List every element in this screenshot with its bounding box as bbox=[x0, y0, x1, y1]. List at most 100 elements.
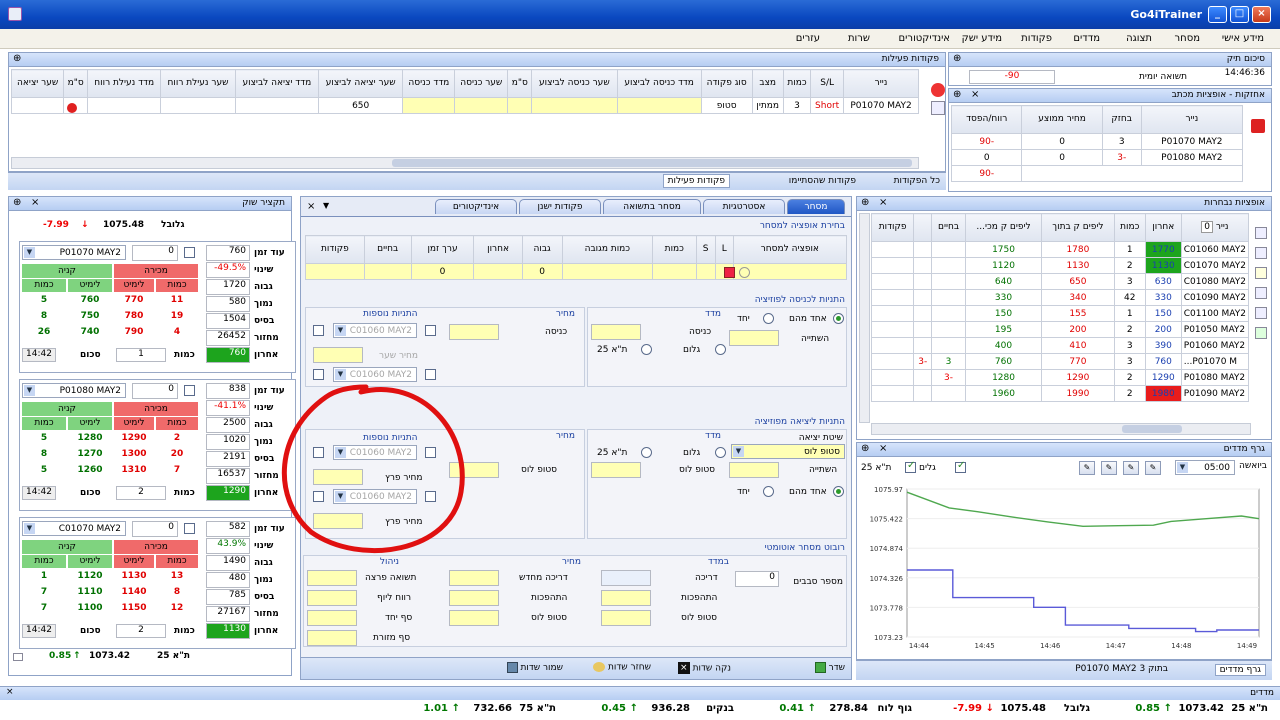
menu-indices[interactable]: מדדים bbox=[1073, 33, 1100, 44]
menu-view[interactable]: תצוגה bbox=[1126, 33, 1152, 44]
close-icon[interactable]: × bbox=[307, 201, 315, 212]
bid-qty[interactable]: 8 bbox=[156, 587, 198, 597]
flag-icon[interactable] bbox=[724, 267, 735, 278]
quote-mq-input[interactable]: 1 bbox=[116, 348, 166, 362]
close-icon[interactable]: × bbox=[971, 89, 979, 100]
pin-icon[interactable]: ⊕ bbox=[13, 197, 21, 208]
stop-loss-index-input[interactable] bbox=[591, 462, 641, 478]
bid-qty[interactable]: 4 bbox=[156, 327, 198, 337]
send-button[interactable]: שדר bbox=[814, 662, 845, 673]
order-cell[interactable]: 3 bbox=[782, 97, 812, 114]
tool-icon[interactable] bbox=[1255, 247, 1267, 259]
bid-price[interactable]: 780 bbox=[114, 311, 154, 321]
star-icon[interactable] bbox=[1255, 267, 1267, 279]
min-price-input[interactable] bbox=[313, 347, 363, 363]
quote-symbol-select[interactable]: ▼ P01070 MAY2 bbox=[22, 245, 126, 260]
auto-input[interactable] bbox=[307, 630, 357, 646]
menu-trade[interactable]: מסחר bbox=[1175, 33, 1200, 44]
tab-option-chart[interactable]: P01070 MAY2 בתוק 3 bbox=[1075, 664, 1168, 674]
extra-option-select[interactable]: ▼ C01060 MAY2 bbox=[333, 323, 417, 338]
close-icon[interactable]: × bbox=[879, 197, 887, 208]
ta25-radio[interactable] bbox=[641, 344, 652, 355]
ask-qty[interactable]: 26 bbox=[22, 327, 66, 337]
order-cell[interactable] bbox=[234, 97, 319, 114]
bid-price[interactable]: 1150 bbox=[114, 603, 154, 613]
exit-ta25-radio[interactable] bbox=[641, 447, 652, 458]
tab-index-chart[interactable]: גרף מדדים bbox=[1214, 664, 1266, 676]
option-row[interactable]: C01060 MAY2 1770 1 1780 1750 bbox=[871, 241, 1249, 258]
quote-checkbox[interactable] bbox=[184, 385, 195, 396]
ask-price[interactable]: 1120 bbox=[68, 571, 112, 581]
ask-price[interactable]: 1260 bbox=[68, 465, 112, 475]
galim-radio[interactable] bbox=[715, 344, 726, 355]
save-fields-button[interactable]: שמור שדות bbox=[506, 662, 563, 673]
tab-trade[interactable]: מסחר bbox=[787, 199, 845, 214]
menu-indicators[interactable]: אינדיקטורים bbox=[899, 33, 950, 44]
pin-icon[interactable]: ⊕ bbox=[953, 53, 961, 64]
ask-qty[interactable]: 1 bbox=[22, 571, 66, 581]
order-cell[interactable]: Short bbox=[810, 97, 845, 114]
index-line-chart[interactable]: 1075.97 1075.422 1074.874 1074.326 1073.778 1… bbox=[859, 481, 1269, 657]
menu-service[interactable]: שרות bbox=[848, 33, 870, 44]
close-icon[interactable]: × bbox=[879, 443, 887, 454]
order-cell[interactable]: ממתין bbox=[751, 97, 784, 114]
close-icon[interactable]: × bbox=[31, 197, 39, 208]
tab-old-orders[interactable]: פקודות ישנן bbox=[519, 199, 601, 214]
auto-input[interactable] bbox=[307, 570, 357, 586]
ask-qty[interactable]: 8 bbox=[22, 449, 66, 459]
order-cell[interactable]: P01070 MAY2 bbox=[843, 97, 919, 114]
entry-index-input[interactable] bbox=[591, 324, 641, 340]
bid-qty[interactable]: 2 bbox=[156, 433, 198, 443]
ask-price[interactable]: 1270 bbox=[68, 449, 112, 459]
clear-fields-button[interactable]: × נקה שדות bbox=[677, 662, 731, 674]
option-row[interactable]: C01070 MAY2 1130 2 1130 1120 bbox=[871, 257, 1249, 274]
pin-icon[interactable]: ⊕ bbox=[861, 443, 869, 454]
ask-price[interactable]: 1110 bbox=[68, 587, 112, 597]
chart-tool-icon[interactable]: ✎ bbox=[1123, 461, 1139, 475]
extra-checkbox[interactable] bbox=[425, 325, 436, 336]
change-input[interactable] bbox=[729, 330, 779, 346]
auto-input[interactable] bbox=[449, 610, 499, 626]
menu-info[interactable]: מידע ישק bbox=[962, 33, 1002, 44]
tool-icon[interactable] bbox=[1255, 307, 1267, 319]
rounds-input[interactable]: 0 bbox=[735, 571, 779, 587]
chevron-down-icon[interactable]: ▼ bbox=[323, 201, 329, 210]
bid-price[interactable]: 1310 bbox=[114, 465, 154, 475]
order-cell[interactable] bbox=[507, 97, 533, 114]
quote-symbol-select[interactable]: ▼ P01080 MAY2 bbox=[22, 383, 126, 398]
option-row[interactable]: P01070 M... 760 3 770 760 3 -3 bbox=[871, 353, 1249, 370]
ta25-checkbox[interactable]: ✓ bbox=[905, 460, 916, 473]
order-cell[interactable] bbox=[160, 97, 236, 114]
bid-price[interactable]: 770 bbox=[114, 295, 154, 305]
quote-qty-input[interactable]: 0 bbox=[132, 383, 178, 399]
pin-icon[interactable]: ⊕ bbox=[13, 53, 21, 64]
edit-order-icon[interactable] bbox=[931, 101, 945, 115]
options-hscroll[interactable] bbox=[871, 423, 1251, 435]
restore-fields-button[interactable]: שחזר שדות bbox=[593, 662, 651, 673]
grid-cell[interactable] bbox=[732, 263, 848, 280]
galim-checkbox[interactable]: ✓ bbox=[955, 460, 966, 473]
tab-active-orders[interactable]: פקודות פעילות bbox=[662, 174, 730, 188]
chart-tool-icon[interactable]: ✎ bbox=[1101, 461, 1117, 475]
order-cell[interactable]: 650 bbox=[317, 97, 404, 114]
grid-cell[interactable]: 0 bbox=[410, 263, 475, 280]
timeframe-select[interactable]: ▼ 05:00 bbox=[1175, 460, 1235, 475]
bid-qty[interactable]: 7 bbox=[156, 465, 198, 475]
bid-qty[interactable]: 20 bbox=[156, 449, 198, 459]
grid-cell[interactable] bbox=[363, 263, 412, 280]
bid-price[interactable]: 1130 bbox=[114, 571, 154, 581]
orders-scrollbar[interactable] bbox=[11, 157, 919, 169]
order-cell[interactable] bbox=[11, 97, 65, 114]
grid-cell[interactable] bbox=[473, 263, 523, 280]
bid-qty[interactable]: 11 bbox=[156, 295, 198, 305]
quote-qty-input[interactable]: 0 bbox=[132, 521, 178, 537]
exit-change-input[interactable] bbox=[729, 462, 779, 478]
chart-tool-icon[interactable]: ✎ bbox=[1079, 461, 1095, 475]
grid-cell[interactable] bbox=[652, 263, 697, 280]
option-row[interactable]: P01080 MAY2 1290 2 1290 1280 -3 bbox=[871, 369, 1249, 386]
any-radio[interactable] bbox=[833, 313, 844, 324]
bid-price[interactable]: 1140 bbox=[114, 587, 154, 597]
auto-input[interactable] bbox=[601, 570, 651, 586]
bid-qty[interactable]: 12 bbox=[156, 603, 198, 613]
tab-yield-trade[interactable]: מסחר בתשואה bbox=[603, 199, 701, 214]
